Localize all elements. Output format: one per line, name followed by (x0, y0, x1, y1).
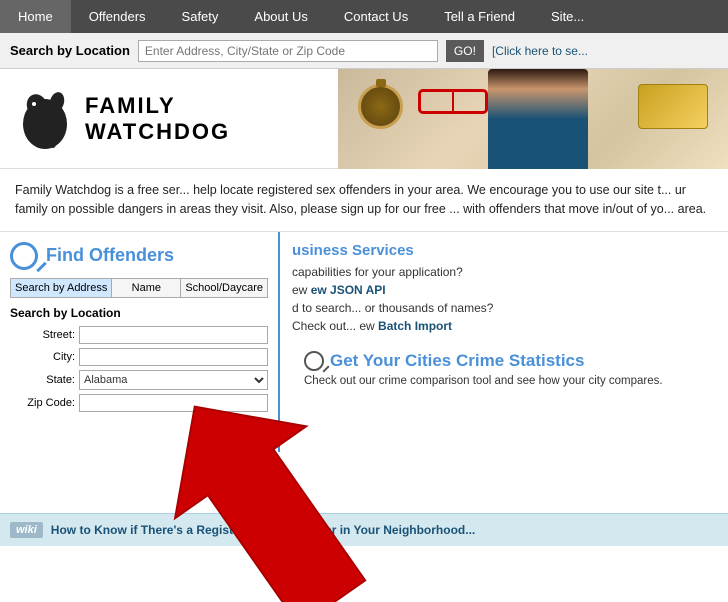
description-text: Family Watchdog is a free ser​... help l… (15, 183, 706, 216)
city-input[interactable] (79, 348, 268, 366)
nav-contact[interactable]: Contact Us (326, 0, 426, 33)
wiki-logo: wiki (10, 522, 43, 538)
street-row: Street: (10, 326, 268, 344)
get-cities-desc: Check out our crime comparison tool and … (304, 375, 704, 387)
nav-offenders[interactable]: Offenders (71, 0, 164, 33)
service-line2-text: ew (292, 283, 311, 297)
search-by-location-label: Search by Location (10, 43, 130, 58)
wiki-text: How to Know if There's a Registered Sex … (51, 523, 475, 537)
search-input[interactable] (138, 40, 438, 62)
state-label: State: (10, 374, 75, 386)
nav-about[interactable]: About Us (236, 0, 325, 33)
find-offenders-title: Find Offenders (46, 245, 174, 266)
city-label: City: (10, 351, 75, 363)
tab-bar: Search by Address Name School/Daycare (10, 278, 268, 298)
tab-school-daycare[interactable]: School/Daycare (181, 279, 267, 297)
state-select[interactable]: Alabama (79, 370, 268, 390)
get-cities-title: Get Your Cities Crime Statistics (330, 351, 584, 371)
state-row: State: Alabama (10, 370, 268, 390)
city-row: City: (10, 348, 268, 366)
right-panel: usiness Services capabilities for your a… (280, 232, 728, 452)
get-cities-header: Get Your Cities Crime Statistics (304, 351, 704, 371)
hero-person-image (488, 69, 588, 169)
json-api-link[interactable]: ew JSON API (311, 283, 386, 297)
tab-name[interactable]: Name (112, 279, 181, 297)
service-line1: capabilities for your application? (292, 265, 716, 279)
hero-section: FAMILY WATCHDOG (0, 69, 728, 169)
zip-input[interactable] (79, 394, 268, 412)
logo-area: FAMILY WATCHDOG (15, 84, 230, 154)
search-by-location-sublabel: Search by Location (10, 306, 268, 320)
logo-family: FAMILY (85, 93, 230, 119)
hero-images (338, 69, 728, 169)
hero-card-image (638, 84, 708, 129)
batch-import-link[interactable]: Batch Import (378, 319, 452, 333)
logo-icon (15, 84, 75, 154)
search-bar: Search by Location GO! [Click here to se… (0, 33, 728, 69)
get-cities-section: Get Your Cities Crime Statistics Check o… (292, 343, 716, 393)
zip-row: Zip Code: (10, 394, 268, 412)
tab-search-by-address[interactable]: Search by Address (11, 279, 112, 297)
nav-home[interactable]: Home (0, 0, 71, 33)
street-label: Street: (10, 329, 75, 341)
logo-watchdog: WATCHDOG (85, 119, 230, 145)
service-link-prefix: Check out... ew (292, 319, 378, 333)
logo-text: FAMILY WATCHDOG (85, 93, 230, 145)
service-line4: Check out... ew Batch Import (292, 319, 716, 333)
nav-tell-friend[interactable]: Tell a Friend (426, 0, 533, 33)
find-offenders-magnify-icon (10, 242, 38, 270)
zip-label: Zip Code: (10, 397, 75, 409)
hero-background (338, 69, 728, 169)
left-panel: Find Offenders Search by Address Name Sc… (0, 232, 280, 452)
business-services-title: usiness Services (292, 242, 716, 259)
lower-section: Find Offenders Search by Address Name Sc… (0, 232, 728, 452)
service-line3: d to search... or thousands of names? (292, 301, 716, 315)
hero-glasses-image (418, 89, 488, 114)
service-line2: ew ew JSON API (292, 283, 716, 297)
get-cities-magnify-icon (304, 351, 324, 371)
navbar: Home Offenders Safety About Us Contact U… (0, 0, 728, 33)
hero-watch-image (358, 84, 403, 129)
find-offenders-header: Find Offenders (10, 242, 268, 270)
street-input[interactable] (79, 326, 268, 344)
nav-safety[interactable]: Safety (164, 0, 237, 33)
click-here-link[interactable]: [Click here to se... (492, 44, 588, 58)
description-section: Family Watchdog is a free ser​... help l… (0, 169, 728, 232)
wiki-bar: wiki How to Know if There's a Registered… (0, 513, 728, 546)
nav-site[interactable]: Site... (533, 0, 602, 33)
go-button[interactable]: GO! (446, 40, 484, 62)
